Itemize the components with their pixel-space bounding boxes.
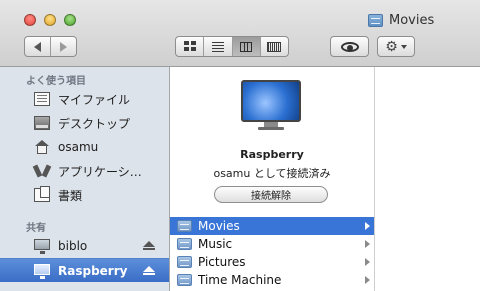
column-pane: Raspberry osamu として接続済み 接続解除 Movies Musi… bbox=[170, 67, 375, 291]
desktop-icon bbox=[34, 116, 50, 130]
server-preview: Raspberry osamu として接続済み 接続解除 bbox=[170, 67, 374, 214]
gear-icon: ⚙ bbox=[385, 38, 398, 55]
back-forward-buttons bbox=[24, 36, 77, 57]
eject-icon[interactable] bbox=[143, 266, 155, 276]
folder-icon bbox=[177, 220, 192, 232]
sidebar-item-label: Raspberry bbox=[58, 263, 128, 278]
sidebar-item-raspberry[interactable]: Raspberry bbox=[0, 258, 169, 282]
monitor-icon bbox=[34, 239, 50, 254]
folder-icon bbox=[368, 13, 383, 27]
empty-column-pane bbox=[375, 67, 480, 291]
sidebar-item-documents[interactable]: 書類 bbox=[0, 183, 169, 207]
eye-icon bbox=[340, 41, 359, 52]
list-view-icon bbox=[211, 41, 224, 52]
documents-icon bbox=[34, 186, 50, 202]
file-list: Movies Music Pictures Time Machine bbox=[170, 217, 374, 289]
icon-view-icon bbox=[183, 41, 196, 52]
all-my-files-icon bbox=[34, 92, 50, 106]
minimize-window-button[interactable] bbox=[44, 14, 56, 26]
sidebar-item-biblo[interactable]: biblo bbox=[0, 234, 169, 258]
sidebar-item-label: 書類 bbox=[58, 188, 83, 203]
back-arrow-icon bbox=[34, 41, 41, 52]
sidebar-item-label: osamu bbox=[58, 140, 99, 154]
forward-button[interactable] bbox=[50, 37, 76, 56]
sidebar-item-label: マイファイル bbox=[58, 92, 131, 107]
chevron-right-icon bbox=[365, 258, 370, 266]
connection-status: osamu として接続済み bbox=[213, 167, 331, 180]
chevron-right-icon bbox=[365, 276, 370, 284]
column-view-button[interactable] bbox=[231, 37, 260, 56]
folder-icon bbox=[177, 256, 192, 268]
list-item[interactable]: Music bbox=[170, 235, 374, 253]
chevron-down-icon bbox=[400, 44, 407, 49]
quick-look-button[interactable] bbox=[330, 36, 369, 57]
sidebar-item-label: アプリケーシ… bbox=[58, 164, 142, 179]
window-title: Movies bbox=[368, 10, 434, 30]
monitor-icon bbox=[34, 263, 50, 279]
coverflow-view-button[interactable] bbox=[259, 37, 288, 56]
close-window-button[interactable] bbox=[24, 14, 36, 26]
home-icon bbox=[34, 140, 50, 154]
finder-window: Movies ⚙ よく使う項目 マイファイル デスクトップ osamu アプリケ… bbox=[0, 0, 480, 291]
list-item[interactable]: Pictures bbox=[170, 253, 374, 271]
forward-arrow-icon bbox=[60, 41, 67, 52]
monitor-icon bbox=[241, 80, 301, 130]
sidebar-header-shared: 共有 bbox=[26, 223, 46, 234]
file-name: Time Machine bbox=[198, 273, 282, 287]
column-view-icon bbox=[240, 41, 253, 52]
sidebar-item-label: デスクトップ bbox=[58, 116, 131, 131]
file-name: Music bbox=[198, 237, 233, 251]
applications-icon bbox=[34, 164, 50, 178]
file-name: Pictures bbox=[198, 255, 246, 269]
disconnect-button[interactable]: 接続解除 bbox=[214, 186, 328, 203]
list-view-button[interactable] bbox=[203, 37, 231, 56]
sidebar: よく使う項目 マイファイル デスクトップ osamu アプリケーシ… 書類 共有… bbox=[0, 67, 170, 291]
list-item[interactable]: Movies bbox=[170, 217, 374, 235]
folder-icon bbox=[177, 238, 192, 250]
sidebar-item-all-my-files[interactable]: マイファイル bbox=[0, 87, 169, 111]
zoom-window-button[interactable] bbox=[64, 14, 76, 26]
list-item[interactable]: Time Machine bbox=[170, 271, 374, 289]
toolbar: Movies ⚙ bbox=[0, 0, 480, 67]
action-menu-button[interactable]: ⚙ bbox=[377, 36, 415, 57]
sidebar-item-label: biblo bbox=[58, 239, 88, 253]
view-mode-buttons bbox=[175, 36, 289, 57]
chevron-right-icon bbox=[365, 240, 370, 248]
sidebar-item-desktop[interactable]: デスクトップ bbox=[0, 111, 169, 135]
sidebar-item-home[interactable]: osamu bbox=[0, 135, 169, 159]
file-name: Movies bbox=[198, 219, 240, 233]
chevron-right-icon bbox=[365, 222, 370, 230]
sidebar-header-favorites: よく使う項目 bbox=[26, 76, 86, 87]
back-button[interactable] bbox=[25, 37, 50, 56]
folder-icon bbox=[177, 274, 192, 286]
sidebar-item-applications[interactable]: アプリケーシ… bbox=[0, 159, 169, 183]
eject-icon[interactable] bbox=[143, 241, 155, 251]
window-title-label: Movies bbox=[389, 12, 435, 28]
server-name: Raspberry bbox=[240, 148, 304, 161]
coverflow-view-icon bbox=[267, 41, 282, 52]
icon-view-button[interactable] bbox=[176, 37, 203, 56]
